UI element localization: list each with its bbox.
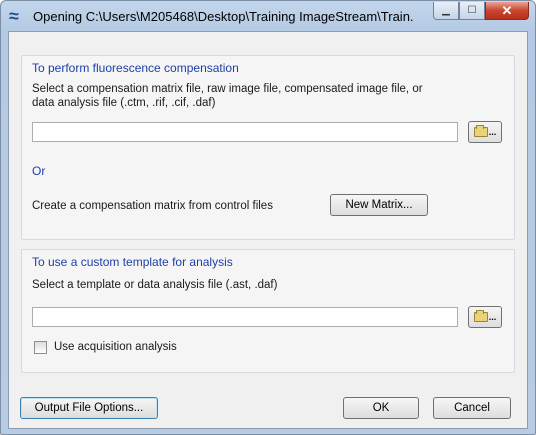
folder-icon (473, 125, 488, 137)
window-title: Opening C:\Users\M205468\Desktop\Trainin… (33, 9, 413, 24)
title-bar[interactable]: ≈ Opening C:\Users\M205468\Desktop\Train… (1, 1, 535, 31)
output-file-options-button[interactable]: Output File Options... (20, 397, 158, 419)
compensation-browse-button[interactable]: ... (468, 121, 502, 143)
close-icon: ✕ (501, 2, 513, 18)
compensation-heading: To perform fluorescence compensation (32, 61, 239, 75)
maximize-button[interactable]: ☐ (459, 2, 485, 20)
close-button[interactable]: ✕ (485, 2, 529, 20)
maximize-icon: ☐ (467, 5, 477, 16)
app-wave-icon: ≈ (9, 6, 19, 26)
browse-ellipsis: ... (488, 127, 497, 137)
new-matrix-button[interactable]: New Matrix... (330, 194, 428, 216)
acquisition-analysis-label[interactable]: Use acquisition analysis (54, 341, 177, 353)
caption-buttons: ▁ ☐ ✕ (433, 2, 529, 22)
template-heading: To use a custom template for analysis (32, 255, 233, 269)
template-group: To use a custom template for analysis Se… (21, 249, 515, 373)
acquisition-analysis-checkbox[interactable] (34, 341, 47, 354)
compensation-file-input[interactable] (32, 122, 458, 142)
template-browse-button[interactable]: ... (468, 306, 502, 328)
dialog-body: To perform fluorescence compensation Sel… (8, 31, 528, 429)
compensation-group: To perform fluorescence compensation Sel… (21, 55, 515, 240)
or-label: Or (32, 164, 46, 178)
template-instruction: Select a template or data analysis file … (32, 279, 278, 291)
browse-ellipsis: ... (488, 312, 497, 322)
create-matrix-text: Create a compensation matrix from contro… (32, 200, 273, 212)
minimize-icon: ▁ (442, 5, 450, 16)
folder-icon (473, 310, 488, 322)
compensation-instruction: Select a compensation matrix file, raw i… (32, 83, 423, 109)
cancel-button[interactable]: Cancel (433, 397, 511, 419)
minimize-button[interactable]: ▁ (433, 2, 459, 20)
template-file-input[interactable] (32, 307, 458, 327)
ok-button[interactable]: OK (343, 397, 419, 419)
opening-dialog: ≈ Opening C:\Users\M205468\Desktop\Train… (0, 0, 536, 435)
